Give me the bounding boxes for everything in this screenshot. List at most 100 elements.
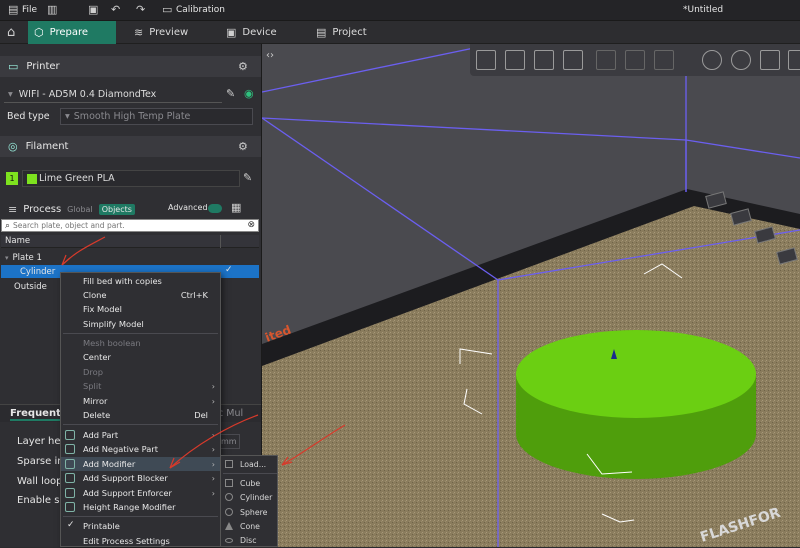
wifi-icon[interactable]: ◉ — [244, 88, 254, 99]
menu-item-label: Fill bed with copies — [83, 276, 162, 286]
add-object-icon[interactable] — [476, 50, 496, 70]
printer-settings-icon[interactable]: ⚙ — [238, 61, 248, 72]
view-toolbar — [470, 44, 800, 76]
menu-item-fill-bed[interactable]: Fill bed with copies — [61, 274, 220, 288]
object-context-menu: Fill bed with copies Clone Ctrl+K Fix Mod… — [60, 272, 221, 547]
compare-icon[interactable]: ▦ — [231, 202, 241, 213]
orient-icon[interactable] — [534, 50, 554, 70]
plate-label: Plate 1 — [12, 252, 42, 263]
menu-icon[interactable]: ▤ — [8, 4, 18, 15]
printer-header: Printer — [26, 61, 60, 72]
objects-toggle[interactable]: Objects — [98, 203, 135, 215]
unit-label: mm — [221, 437, 237, 446]
filament-index-badge: 1 — [6, 172, 18, 185]
menu-item-mesh-boolean[interactable]: Mesh boolean — [61, 336, 220, 350]
menu-item-drop[interactable]: Drop — [61, 365, 220, 379]
menu-item-fix-model[interactable]: Fix Model — [61, 302, 220, 316]
submenu-item-cylinder[interactable]: Cylinder — [221, 490, 277, 504]
tab-project[interactable]: ▤ Project — [310, 21, 390, 44]
filament-settings-icon[interactable]: ⚙ — [238, 141, 248, 152]
printer-select[interactable]: ▾ WIFI - AD5M 0.4 DiamondTex — [4, 86, 222, 103]
add-part-icon — [65, 430, 75, 440]
move-icon[interactable] — [702, 50, 722, 70]
tab-preview[interactable]: ≋ Preview — [128, 21, 208, 44]
calibration-icon[interactable]: ▭ — [162, 4, 172, 15]
menu-item-add-part[interactable]: Add Part › — [61, 428, 220, 442]
submenu-item-label: Load... — [240, 459, 267, 469]
tree-row-plate[interactable]: ▾ Plate 1 — [0, 251, 261, 264]
submenu-item-disc[interactable]: Disc — [221, 533, 277, 547]
sphere-icon — [225, 508, 233, 516]
scene-canvas: ited FLASHFOR — [262, 44, 800, 547]
global-toggle[interactable]: Global — [67, 205, 93, 214]
variable-layer-icon[interactable] — [654, 50, 674, 70]
menu-item-add-negative-part[interactable]: Add Negative Part › — [61, 442, 220, 456]
menu-item-mirror[interactable]: Mirror › — [61, 394, 220, 408]
clear-search-icon[interactable]: ⊗ — [247, 220, 255, 230]
menu-item-add-support-blocker[interactable]: Add Support Blocker › — [61, 471, 220, 485]
menu-item-simplify[interactable]: Simplify Model — [61, 317, 220, 331]
redo-icon[interactable]: ↷ — [136, 4, 145, 15]
edit-icon[interactable]: ✎ — [226, 88, 235, 99]
home-icon[interactable]: ⌂ — [7, 26, 15, 39]
menu-item-delete[interactable]: Delete Del — [61, 408, 220, 422]
notes-icon[interactable]: ▥ — [47, 4, 57, 15]
split-parts-icon[interactable] — [625, 50, 645, 70]
rotate-icon[interactable] — [731, 50, 751, 70]
menu-item-add-modifier[interactable]: Add Modifier › — [61, 457, 220, 471]
menu-item-printable[interactable]: ✓ Printable — [61, 519, 220, 533]
edit-icon[interactable]: ✎ — [243, 172, 252, 183]
support-blocker-icon — [65, 473, 75, 483]
filament-select[interactable]: Lime Green PLA — [22, 170, 240, 187]
submenu-item-cube[interactable]: Cube — [221, 476, 277, 490]
tab-device[interactable]: ▣ Device — [220, 21, 300, 44]
menu-item-split[interactable]: Split › — [61, 379, 220, 393]
menu-item-clone[interactable]: Clone Ctrl+K — [61, 288, 220, 302]
submenu-item-sphere[interactable]: Sphere — [221, 505, 277, 519]
menu-item-edit-process[interactable]: Edit Process Settings — [61, 534, 220, 548]
tab-multi[interactable]: c Mul — [218, 408, 243, 419]
more-tools-icon[interactable] — [788, 50, 800, 70]
printer-section-header: ▭ Printer ⚙ — [0, 56, 261, 77]
search-input[interactable] — [13, 221, 234, 230]
menu-item-label: Printable — [83, 521, 120, 531]
plate-icon[interactable] — [563, 50, 583, 70]
bed-type-value: Smooth High Temp Plate — [73, 111, 191, 122]
modifier-icon — [65, 459, 75, 469]
document-title: *Untitled — [683, 5, 724, 15]
search-box[interactable]: ⌕ ⊗ — [1, 219, 259, 232]
calibration-menu[interactable]: Calibration — [176, 5, 225, 15]
submenu-arrow-icon: › — [211, 473, 215, 483]
setting-label: Wall loop — [17, 476, 63, 487]
collapse-icon[interactable]: ▾ — [5, 254, 9, 262]
tab-prepare[interactable]: ⬡ Prepare — [28, 21, 116, 44]
split-objects-icon[interactable] — [596, 50, 616, 70]
menu-item-label: Height Range Modifier — [83, 502, 176, 512]
process-icon: ≡ — [8, 202, 18, 216]
bed-type-select[interactable]: ▾ Smooth High Temp Plate — [60, 108, 253, 125]
menu-item-label: Mirror — [83, 396, 108, 406]
file-menu[interactable]: File — [22, 5, 37, 15]
menu-item-height-range-modifier[interactable]: Height Range Modifier — [61, 500, 220, 514]
submenu-item-cone[interactable]: Cone — [221, 519, 277, 533]
menu-item-label: Center — [83, 352, 111, 362]
3d-viewport[interactable]: ited FLASHFOR ‹› — [262, 44, 800, 547]
advanced-toggle[interactable] — [208, 204, 222, 213]
menu-item-add-support-enforcer[interactable]: Add Support Enforcer › — [61, 486, 220, 500]
process-title: Process — [23, 203, 62, 215]
filament-icon: ◎ — [8, 140, 18, 153]
menu-separator — [223, 473, 277, 474]
undo-icon[interactable]: ↶ — [111, 4, 120, 15]
menu-item-label: Delete — [83, 410, 111, 420]
object-label: Cylinder — [20, 266, 56, 277]
submenu-item-load[interactable]: Load... — [221, 457, 277, 471]
filament-section-header: ◎ Filament ⚙ — [0, 136, 261, 157]
collapse-sidebar-icon[interactable]: ‹› — [266, 50, 274, 61]
unit-field[interactable]: mm — [218, 434, 240, 449]
tab-frequent[interactable]: Frequent — [10, 408, 61, 421]
menu-item-center[interactable]: Center — [61, 350, 220, 364]
cylinder-model[interactable] — [516, 330, 756, 479]
arrange-grid-icon[interactable] — [505, 50, 525, 70]
scale-icon[interactable] — [760, 50, 780, 70]
save-icon[interactable]: ▣ — [88, 4, 98, 15]
